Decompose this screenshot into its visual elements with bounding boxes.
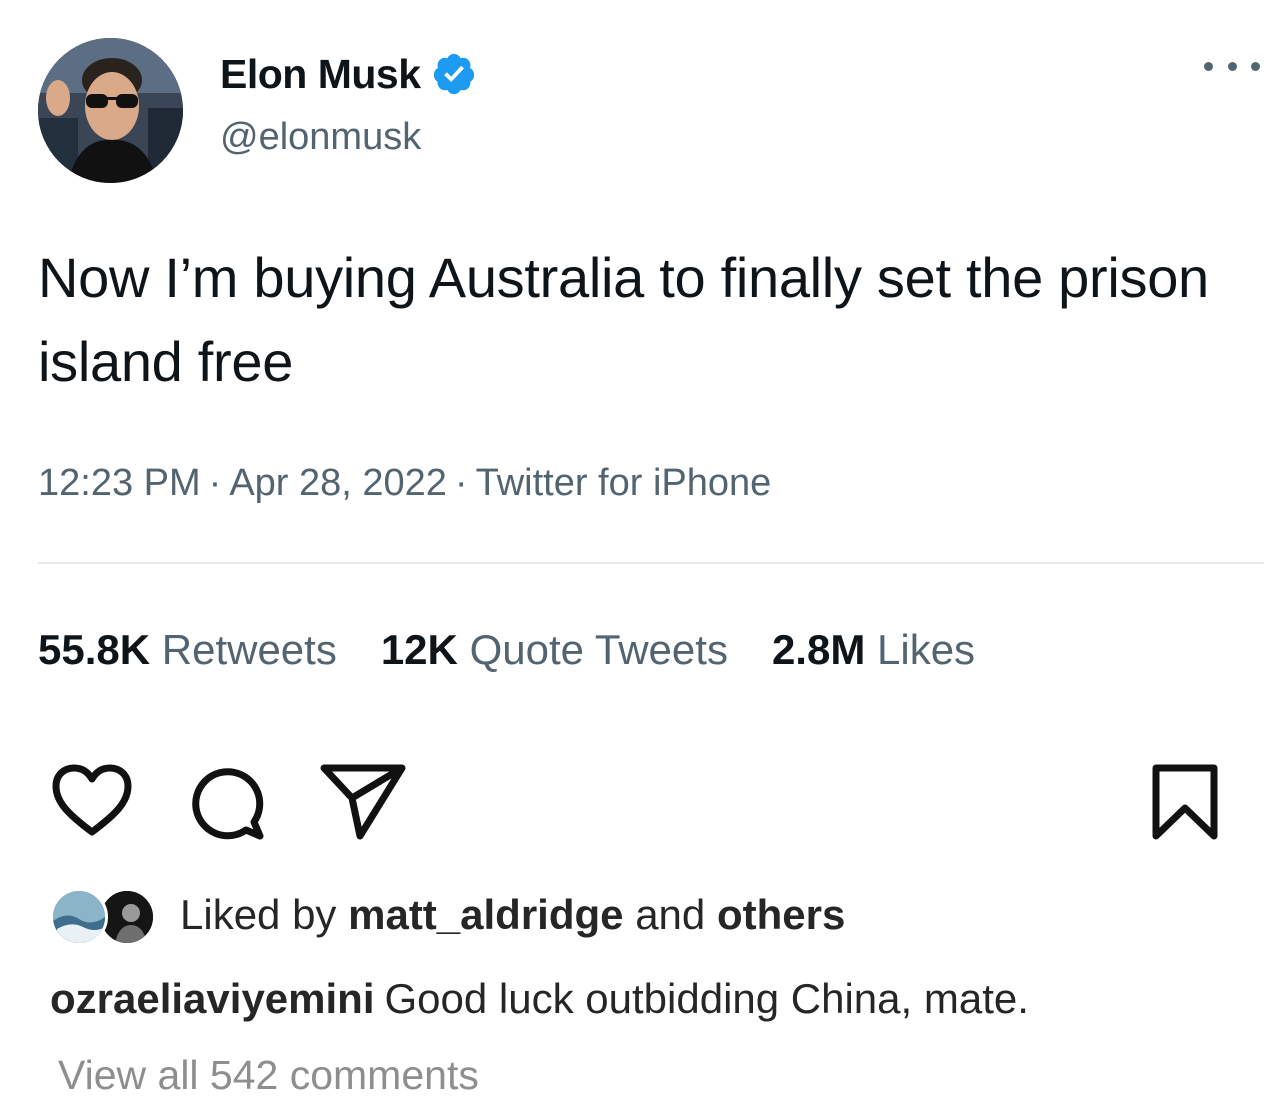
tweet-stats: 55.8K Retweets 12K Quote Tweets 2.8M Lik… [38,626,1019,674]
likes-count: 2.8M [771,626,866,673]
tweet-text: Now I’m buying Australia to finally set … [38,246,1209,393]
liked-by-conjunction: and [635,891,706,938]
liker-avatars[interactable] [50,884,168,946]
liker-avatar-image [53,891,105,943]
author-handle[interactable]: @elonmusk [220,116,421,159]
meta-separator: · [208,462,222,504]
divider [38,562,1264,564]
retweets-count: 55.8K [38,626,151,673]
view-all-comments-link[interactable]: View all 542 comments [58,1052,479,1099]
post-action-bar [0,740,1284,840]
more-dot [1227,61,1237,71]
quote-tweets-count: 12K [380,626,458,673]
meta-separator: · [454,462,468,504]
author-display-name[interactable]: Elon Musk [220,51,421,98]
more-dot [1251,61,1260,71]
author-avatar-image [38,38,183,183]
caption-text: Good luck outbidding China, mate. [384,975,1029,1022]
liked-by-text: Liked by matt_aldridge and others [180,891,845,939]
more-horizontal-icon[interactable] [1204,52,1260,80]
author-avatar[interactable] [38,38,183,183]
likes-label: Likes [877,626,976,673]
tweet-card: Elon Musk @elonmusk Now I’m buying Austr… [0,0,1278,715]
caption-username[interactable]: ozraeliaviyemini [50,975,375,1022]
liker-avatar-image [101,891,153,943]
tweet-source[interactable]: Twitter for iPhone [476,462,772,504]
more-dot [1204,61,1213,71]
likes-stat[interactable]: 2.8M Likes [772,626,975,674]
bookmark-icon[interactable] [1150,762,1220,842]
quote-tweets-stat[interactable]: 12K Quote Tweets [381,626,728,674]
liker-avatar [50,888,108,946]
quote-tweets-label: Quote Tweets [469,626,728,673]
comment-icon[interactable] [188,762,268,842]
liked-by-prefix: Liked by [180,891,337,938]
verified-badge-icon [433,53,474,95]
tweet-date[interactable]: Apr 28, 2022 [229,462,447,504]
tweet-time[interactable]: 12:23 PM [38,462,201,504]
liked-by-others[interactable]: others [717,891,845,938]
liked-by-row: Liked by matt_aldridge and others [50,880,845,950]
paper-plane-icon[interactable] [318,762,408,842]
author-name-row: Elon Musk [220,48,477,100]
liked-by-user[interactable]: matt_aldridge [348,891,623,938]
heart-icon[interactable] [50,762,134,838]
retweets-stat[interactable]: 55.8K Retweets [38,626,337,674]
post-caption: ozraeliaviyemini Good luck outbidding Chi… [50,975,1029,1023]
tweet-meta: 12:23 PM · Apr 28, 2022 · Twitter for iPhone [38,462,771,505]
retweets-label: Retweets [161,626,337,673]
